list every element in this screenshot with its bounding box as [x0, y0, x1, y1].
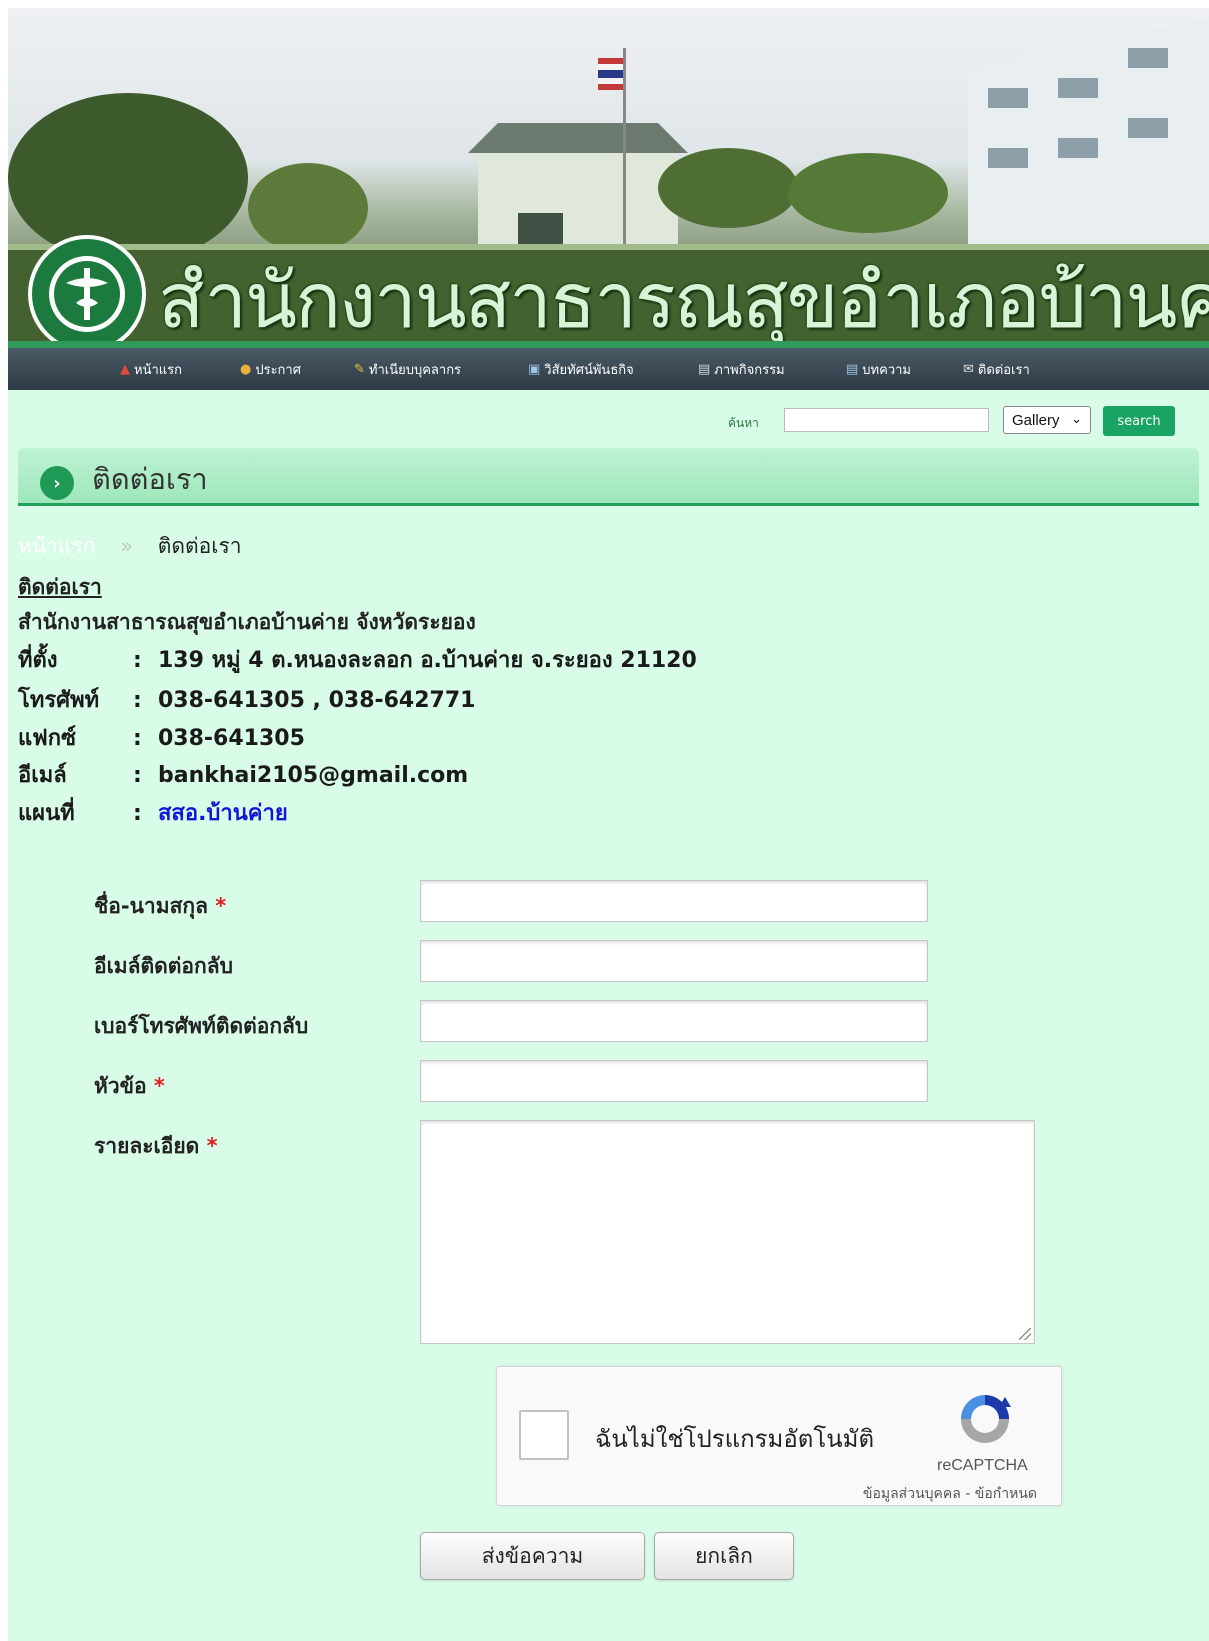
breadcrumb-home-link[interactable]: หน้าแรก: [18, 534, 96, 558]
phone-label: โทรศัพท์: [18, 688, 100, 713]
map-label: แผนที่: [18, 801, 75, 826]
section-header: › ติดต่อเรา: [18, 448, 1199, 506]
breadcrumb: หน้าแรก » ติดต่อเรา: [18, 530, 242, 563]
breadcrumb-current: ติดต่อเรา: [157, 534, 242, 558]
phone-callback-label-text: เบอร์โทรศัพท์ติดต่อกลับ: [94, 1014, 309, 1038]
colon: :: [133, 726, 142, 751]
recaptcha-logo-icon: [961, 1395, 1011, 1443]
address-value: 139 หมู่ 4 ต.หนองละลอก อ.บ้านค่าย จ.ระยอ…: [158, 648, 697, 673]
cancel-button[interactable]: ยกเลิก: [654, 1532, 794, 1580]
nav-item-contact[interactable]: ✉ ติดต่อเรา: [963, 348, 1030, 390]
map-row: แผนที่: สสอ.บ้านค่าย: [18, 795, 288, 830]
staff-icon: ✎: [354, 361, 365, 377]
name-field[interactable]: [420, 880, 928, 922]
recaptcha-checkbox[interactable]: [519, 1410, 569, 1460]
name-label-text: ชื่อ-นามสกุล: [94, 894, 208, 918]
header-banner: สำนักงานสาธารณสุขอำเภอบ้านค่าย: [8, 8, 1209, 348]
vision-icon: ▣: [528, 361, 541, 377]
main-nav: ▲ หน้าแรก ● ประกาศ ✎ ทำเนียบบุคลากร ▣ วิ…: [8, 348, 1209, 390]
recaptcha-label: ฉันไม่ใช่โปรแกรมอัตโนมัติ: [595, 1425, 875, 1453]
announce-icon: ●: [240, 361, 252, 377]
nav-item-label: ติดต่อเรา: [977, 362, 1030, 378]
email-value: bankhai2105@gmail.com: [158, 763, 469, 788]
nav-item-label: หน้าแรก: [134, 362, 182, 378]
subject-label: หัวข้อ *: [94, 1070, 165, 1103]
ministry-logo: [28, 235, 146, 348]
submit-button[interactable]: ส่งข้อความ: [420, 1532, 645, 1580]
chevron-down-icon: ⌄: [1071, 411, 1082, 426]
required-mark: *: [153, 1074, 165, 1098]
email-field[interactable]: [420, 940, 928, 982]
search-button[interactable]: search: [1103, 406, 1175, 436]
contact-icon: ✉: [963, 361, 974, 377]
subject-label-text: หัวข้อ: [94, 1074, 147, 1098]
page: สำนักงานสาธารณสุขอำเภอบ้านค่าย ▲ หน้าแรก…: [8, 8, 1209, 1641]
resize-grip-icon[interactable]: [1019, 1328, 1031, 1340]
email-row: อีเมล์: bankhai2105@gmail.com: [18, 757, 468, 792]
email-callback-label: อีเมล์ติดต่อกลับ: [94, 950, 233, 983]
colon: :: [133, 763, 142, 788]
colon: :: [133, 801, 142, 826]
address-row: ที่ตั้ง:139 หมู่ 4 ต.หนองละลอก อ.บ้านค่า…: [18, 642, 697, 677]
nav-item-articles[interactable]: ▤ บทความ: [846, 348, 911, 390]
fax-row: แฟกซ์:038-641305: [18, 720, 305, 755]
search-label: ค้นหา: [728, 416, 759, 430]
map-link[interactable]: สสอ.บ้านค่าย: [158, 801, 288, 826]
detail-textarea[interactable]: [420, 1120, 1035, 1344]
nav-item-label: วิสัยทัศน์พันธกิจ: [544, 362, 634, 378]
name-label: ชื่อ-นามสกุล *: [94, 890, 226, 923]
nav-item-label: ภาพกิจกรรม: [714, 362, 785, 378]
contact-heading: ติดต่อเรา: [18, 575, 102, 599]
nav-item-label: บทความ: [862, 362, 911, 378]
nav-item-staff[interactable]: ✎ ทำเนียบบุคลากร: [354, 348, 461, 390]
required-mark: *: [206, 1134, 218, 1158]
recaptcha-widget: ฉันไม่ใช่โปรแกรมอัตโนมัติ reCAPTCHA ข้อม…: [496, 1366, 1062, 1506]
search-category-value: Gallery: [1012, 411, 1060, 429]
phone-row: โทรศัพท์:038-641305 , 038-642771: [18, 682, 475, 717]
phone-field[interactable]: [420, 1000, 928, 1042]
gallery-icon: ▤: [698, 361, 711, 377]
email-callback-label-text: อีเมล์ติดต่อกลับ: [94, 954, 233, 978]
nav-item-announcement[interactable]: ● ประกาศ: [240, 348, 301, 390]
breadcrumb-separator: »: [120, 534, 134, 558]
subject-field[interactable]: [420, 1060, 928, 1102]
banner-divider: [8, 341, 1209, 348]
fax-label: แฟกซ์: [18, 726, 77, 751]
detail-label: รายละเอียด *: [94, 1130, 218, 1163]
nav-item-label: ประกาศ: [255, 362, 301, 378]
email-label: อีเมล์: [18, 763, 67, 788]
arrow-right-icon: ›: [40, 466, 74, 500]
home-icon: ▲: [120, 361, 130, 377]
recaptcha-brand: reCAPTCHA: [937, 1457, 1028, 1474]
phone-callback-label: เบอร์โทรศัพท์ติดต่อกลับ: [94, 1010, 308, 1043]
detail-label-text: รายละเอียด: [94, 1134, 200, 1158]
address-label: ที่ตั้ง: [18, 648, 58, 673]
article-icon: ▤: [846, 361, 859, 377]
nav-item-gallery[interactable]: ▤ ภาพกิจกรรม: [698, 348, 785, 390]
required-mark: *: [215, 894, 227, 918]
fax-value: 038-641305: [158, 726, 305, 751]
site-title: สำนักงานสาธารณสุขอำเภอบ้านค่าย: [158, 256, 1209, 345]
recaptcha-terms-link[interactable]: ข้อมูลส่วนบุคคล - ข้อกำหนด: [863, 1483, 1037, 1505]
section-title: ติดต่อเรา: [92, 462, 208, 496]
search-input[interactable]: [784, 408, 989, 432]
search-category-select[interactable]: Gallery ⌄: [1003, 406, 1091, 434]
colon: :: [133, 648, 142, 673]
nav-item-label: ทำเนียบบุคลากร: [368, 362, 462, 378]
phone-value: 038-641305 , 038-642771: [158, 688, 476, 713]
nav-item-home[interactable]: ▲ หน้าแรก: [120, 348, 182, 390]
colon: :: [133, 688, 142, 713]
nav-item-vision[interactable]: ▣ วิสัยทัศน์พันธกิจ: [528, 348, 634, 390]
org-name: สำนักงานสาธารณสุขอำเภอบ้านค่าย จังหวัดระ…: [18, 610, 476, 634]
